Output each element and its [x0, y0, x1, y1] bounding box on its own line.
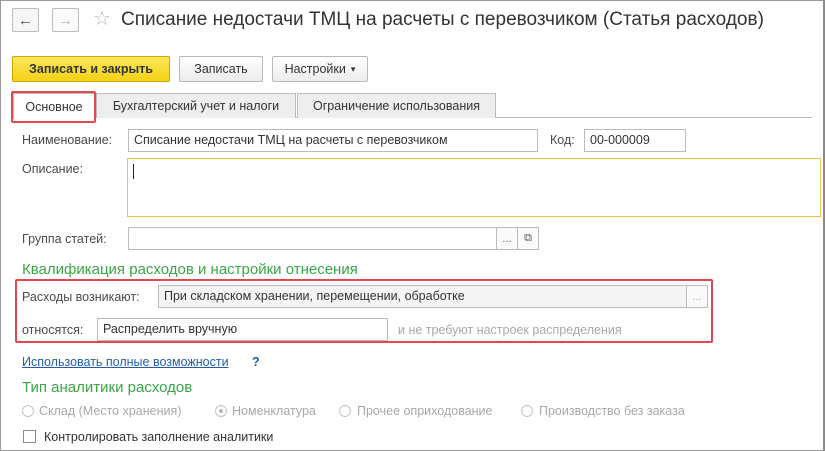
arise-field[interactable]: При складском хранении, перемещении, обр… [158, 285, 688, 308]
control-analytics-checkbox[interactable] [23, 430, 36, 443]
arrow-left-icon: ← [18, 11, 33, 29]
relate-label: относятся: [22, 323, 84, 337]
radio-nomenclature[interactable] [215, 405, 227, 417]
qualification-header: Квалификация расходов и настройки отнесе… [22, 261, 358, 278]
radio-warehouse-label: Склад (Место хранения) [39, 404, 182, 418]
relate-hint: и не требуют настроек распределения [398, 323, 622, 337]
radio-other-receipt-label: Прочее оприходование [357, 404, 493, 418]
group-field[interactable] [128, 227, 497, 250]
help-icon[interactable]: ? [252, 355, 260, 369]
back-button[interactable]: ← [12, 8, 39, 32]
chevron-down-icon: ▾ [350, 63, 356, 74]
description-label: Описание: [22, 162, 83, 176]
tab-accounting-taxes[interactable]: Бухгалтерский учет и налоги [96, 93, 296, 118]
analytics-header: Тип аналитики расходов [22, 379, 193, 396]
tab-usage-restriction[interactable]: Ограничение использования [297, 93, 496, 118]
arise-select-button[interactable]: ... [686, 285, 708, 308]
code-field[interactable]: 00-000009 [584, 129, 686, 152]
radio-nomenclature-label: Номенклатура [232, 404, 316, 418]
relate-field[interactable]: Распределить вручную [97, 318, 388, 341]
text-cursor [133, 164, 134, 179]
name-label: Наименование: [22, 133, 113, 147]
radio-other-receipt[interactable] [339, 405, 351, 417]
forward-button[interactable]: → [52, 8, 79, 32]
arrow-right-icon: → [58, 11, 73, 29]
group-open-button[interactable]: ⧉ [517, 227, 539, 250]
description-field[interactable] [127, 158, 821, 217]
group-select-button[interactable]: ... [496, 227, 518, 250]
radio-warehouse[interactable] [22, 405, 34, 417]
full-features-link[interactable]: Использовать полные возможности [22, 355, 229, 369]
group-label: Группа статей: [22, 232, 107, 246]
save-and-close-button[interactable]: Записать и закрыть [12, 56, 170, 82]
window-title: Списание недостачи ТМЦ на расчеты с пере… [121, 9, 764, 30]
arise-label: Расходы возникают: [22, 290, 140, 304]
radio-production-label: Производство без заказа [539, 404, 685, 418]
tab-highlight-frame [11, 91, 96, 123]
settings-button[interactable]: Настройки ▾ [272, 56, 368, 82]
control-analytics-label: Контролировать заполнение аналитики [44, 430, 274, 444]
settings-label: Настройки [284, 62, 346, 76]
code-label: Код: [550, 133, 575, 147]
favorite-star-icon[interactable]: ☆ [93, 9, 111, 29]
open-window-icon: ⧉ [524, 232, 532, 244]
save-button[interactable]: Записать [179, 56, 263, 82]
name-field[interactable]: Списание недостачи ТМЦ на расчеты с пере… [128, 129, 538, 152]
radio-production[interactable] [521, 405, 533, 417]
